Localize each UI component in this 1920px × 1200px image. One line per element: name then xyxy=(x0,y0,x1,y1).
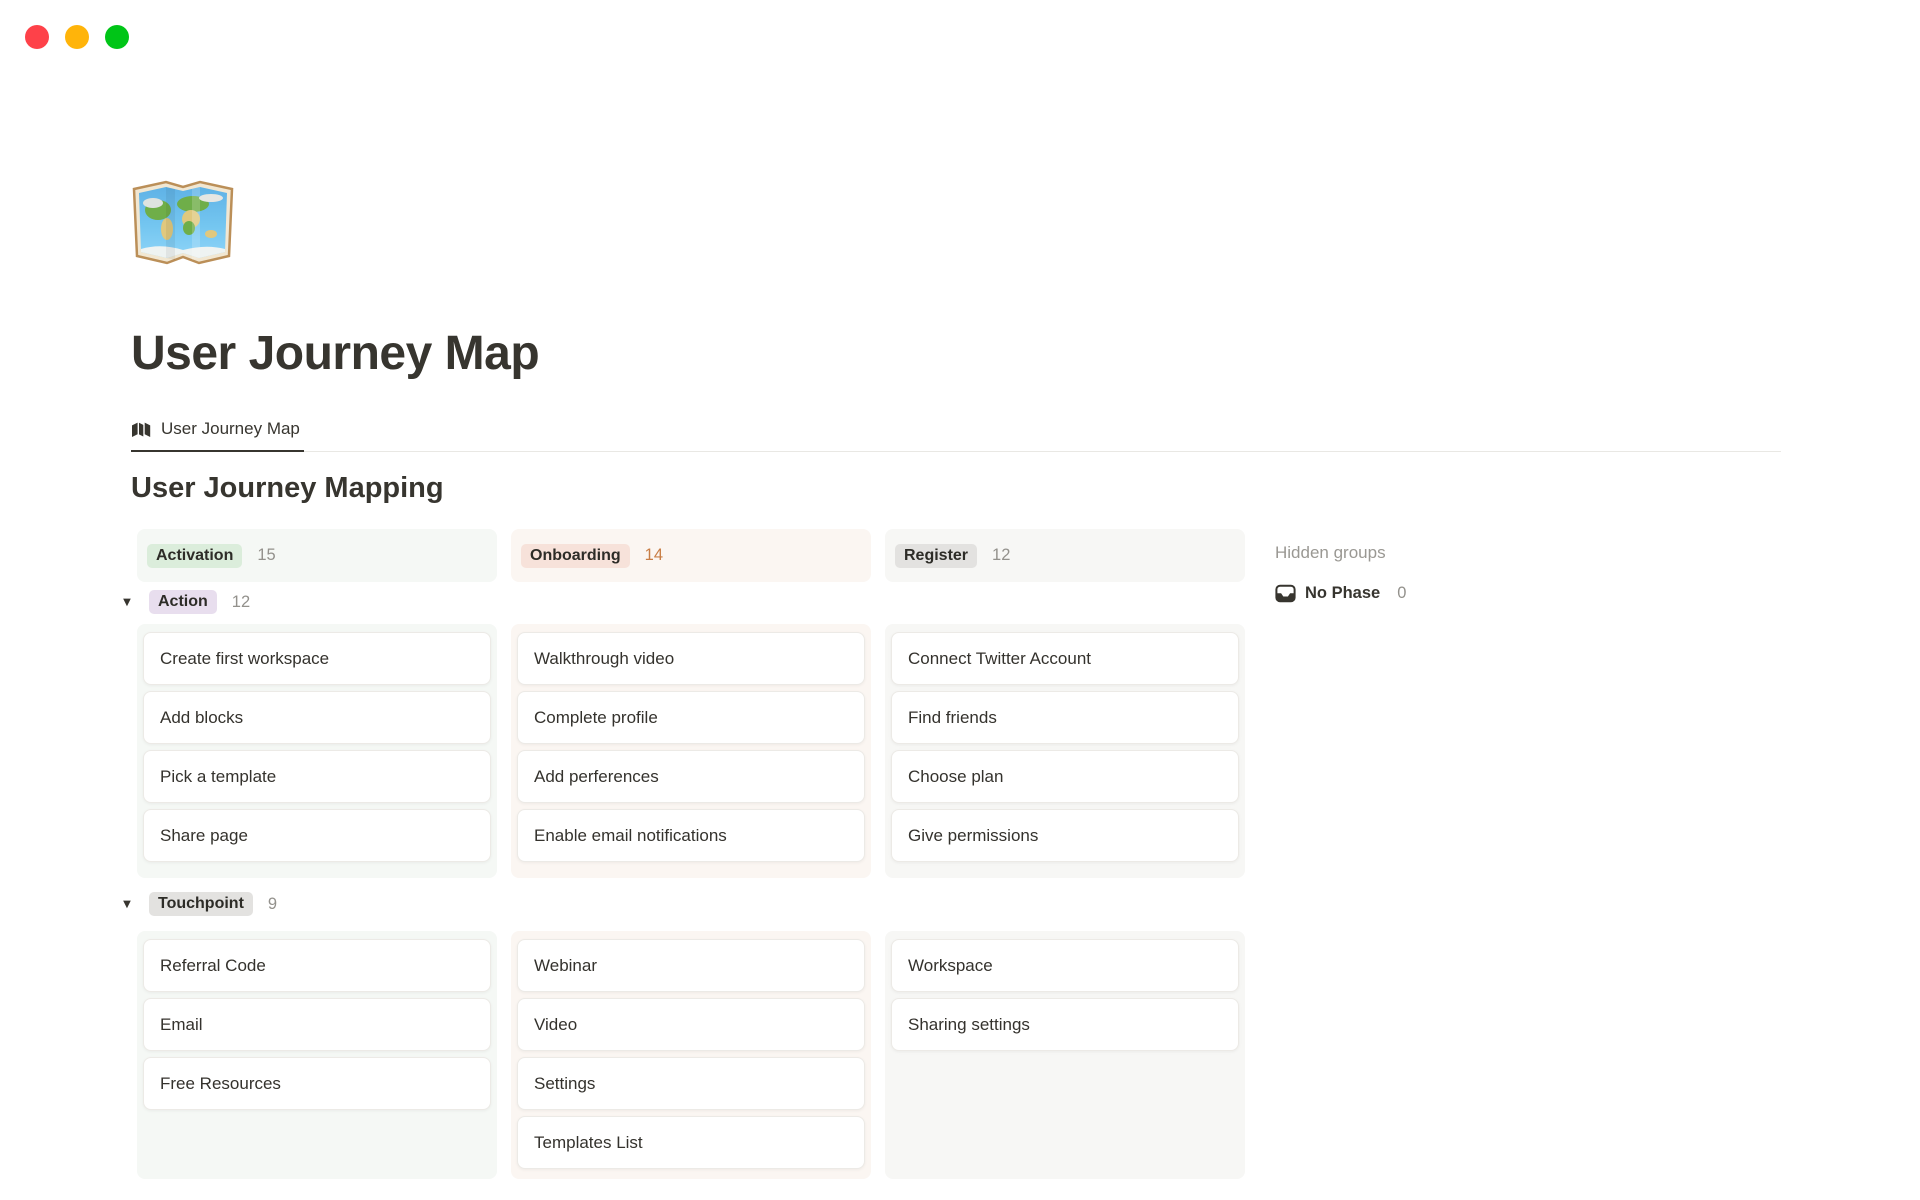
card-title: Sharing settings xyxy=(908,1015,1030,1035)
board: Activation 15 Onboarding 14 Register 12 … xyxy=(131,529,1791,1179)
board-card[interactable]: Free Resources xyxy=(143,1057,491,1110)
board-card[interactable]: Create first workspace xyxy=(143,632,491,685)
hidden-groups-label: Hidden groups xyxy=(1275,543,1575,563)
view-tabbar: User Journey Map xyxy=(131,411,1781,452)
hidden-group-count: 0 xyxy=(1397,584,1406,603)
board-card[interactable]: Choose plan xyxy=(891,750,1239,803)
board-card[interactable]: Add perferences xyxy=(517,750,865,803)
card-title: Share page xyxy=(160,826,248,846)
row-group-badge[interactable]: Touchpoint xyxy=(149,892,253,916)
card-title: Find friends xyxy=(908,708,997,728)
world-map-icon-graphic xyxy=(131,177,235,267)
board-card[interactable]: Complete profile xyxy=(517,691,865,744)
card-title: Templates List xyxy=(534,1133,643,1153)
action-register-column: Connect Twitter Account Find friends Cho… xyxy=(885,624,1245,878)
card-title: Settings xyxy=(534,1074,595,1094)
board-card[interactable]: Templates List xyxy=(517,1116,865,1169)
board-heading: User Journey Mapping xyxy=(131,471,1791,505)
card-title: Pick a template xyxy=(160,767,276,787)
row-group-touchpoint: ▼ Touchpoint 9 xyxy=(119,890,1791,918)
card-title: Email xyxy=(160,1015,203,1035)
board-card[interactable]: Sharing settings xyxy=(891,998,1239,1051)
window-controls xyxy=(25,25,129,49)
touchpoint-onboarding-column: Webinar Video Settings Templates List xyxy=(511,931,871,1179)
zoom-window-button[interactable] xyxy=(105,25,129,49)
board-card[interactable]: Referral Code xyxy=(143,939,491,992)
action-cards-row: Create first workspace Add blocks Pick a… xyxy=(137,624,1791,878)
action-activation-column: Create first workspace Add blocks Pick a… xyxy=(137,624,497,878)
board-card[interactable]: Find friends xyxy=(891,691,1239,744)
card-title: Video xyxy=(534,1015,577,1035)
board-card[interactable]: Enable email notifications xyxy=(517,809,865,862)
touchpoint-cards-row: Referral Code Email Free Resources Webin… xyxy=(137,931,1791,1179)
card-title: Referral Code xyxy=(160,956,266,976)
board-card[interactable]: Webinar xyxy=(517,939,865,992)
hidden-group-label: No Phase xyxy=(1305,584,1380,603)
board-card[interactable]: Share page xyxy=(143,809,491,862)
group-count: 14 xyxy=(645,546,663,565)
touchpoint-register-column: Workspace Sharing settings xyxy=(885,931,1245,1179)
card-title: Choose plan xyxy=(908,767,1003,787)
group-badge[interactable]: Register xyxy=(895,544,977,568)
group-count: 12 xyxy=(992,546,1010,565)
column-header-register[interactable]: Register 12 xyxy=(885,529,1245,582)
row-group-badge[interactable]: Action xyxy=(149,590,217,614)
inbox-tray-icon xyxy=(1275,584,1296,603)
card-title: Create first workspace xyxy=(160,649,329,669)
column-header-activation[interactable]: Activation 15 xyxy=(137,529,497,582)
board-card[interactable]: Add blocks xyxy=(143,691,491,744)
card-title: Complete profile xyxy=(534,708,658,728)
card-title: Enable email notifications xyxy=(534,826,727,846)
tab-label: User Journey Map xyxy=(161,419,300,439)
card-title: Give permissions xyxy=(908,826,1038,846)
action-onboarding-column: Walkthrough video Complete profile Add p… xyxy=(511,624,871,878)
card-title: Connect Twitter Account xyxy=(908,649,1091,669)
minimize-window-button[interactable] xyxy=(65,25,89,49)
board-card[interactable]: Settings xyxy=(517,1057,865,1110)
card-title: Walkthrough video xyxy=(534,649,674,669)
tab-user-journey-map[interactable]: User Journey Map xyxy=(131,411,304,452)
collapse-toggle-icon[interactable]: ▼ xyxy=(119,899,135,910)
close-window-button[interactable] xyxy=(25,25,49,49)
board-card[interactable]: Pick a template xyxy=(143,750,491,803)
board-card[interactable]: Connect Twitter Account xyxy=(891,632,1239,685)
column-header-onboarding[interactable]: Onboarding 14 xyxy=(511,529,871,582)
hidden-group-no-phase[interactable]: No Phase 0 xyxy=(1275,584,1575,603)
board-card[interactable]: Workspace xyxy=(891,939,1239,992)
card-title: Add blocks xyxy=(160,708,243,728)
row-group-count: 12 xyxy=(232,593,250,612)
board-card[interactable]: Give permissions xyxy=(891,809,1239,862)
board-map-icon xyxy=(131,421,151,438)
group-badge[interactable]: Activation xyxy=(147,544,242,568)
card-title: Free Resources xyxy=(160,1074,281,1094)
page-title: User Journey Map xyxy=(131,327,1791,381)
board-card[interactable]: Walkthrough video xyxy=(517,632,865,685)
card-title: Add perferences xyxy=(534,767,659,787)
world-map-icon[interactable] xyxy=(131,177,235,267)
hidden-groups-panel: Hidden groups No Phase 0 xyxy=(1275,529,1575,603)
board-card[interactable]: Email xyxy=(143,998,491,1051)
card-title: Workspace xyxy=(908,956,993,976)
touchpoint-activation-column: Referral Code Email Free Resources xyxy=(137,931,497,1179)
board-card[interactable]: Video xyxy=(517,998,865,1051)
page-content: User Journey Map User Journey Map User J… xyxy=(131,0,1791,1179)
group-count: 15 xyxy=(257,546,275,565)
collapse-toggle-icon[interactable]: ▼ xyxy=(119,597,135,608)
group-badge[interactable]: Onboarding xyxy=(521,544,630,568)
card-title: Webinar xyxy=(534,956,597,976)
row-group-count: 9 xyxy=(268,895,277,914)
